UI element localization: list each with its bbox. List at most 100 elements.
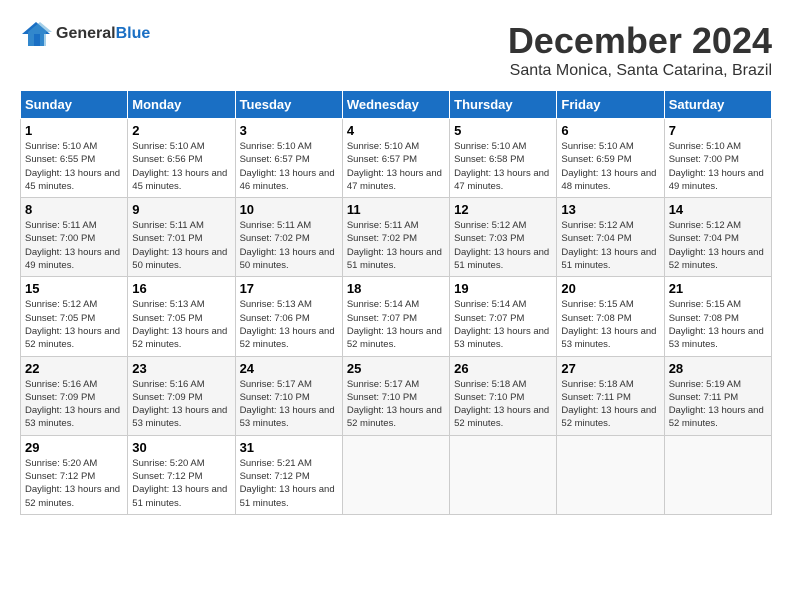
calendar-day-header: Friday bbox=[557, 91, 664, 119]
calendar-cell: 26 Sunrise: 5:18 AMSunset: 7:10 PMDaylig… bbox=[450, 356, 557, 435]
day-number: 1 bbox=[25, 123, 123, 138]
day-number: 30 bbox=[132, 440, 230, 455]
day-detail: Sunrise: 5:17 AMSunset: 7:10 PMDaylight:… bbox=[347, 378, 445, 431]
calendar-cell: 29 Sunrise: 5:20 AMSunset: 7:12 PMDaylig… bbox=[21, 435, 128, 514]
day-number: 15 bbox=[25, 281, 123, 296]
calendar-cell: 27 Sunrise: 5:18 AMSunset: 7:11 PMDaylig… bbox=[557, 356, 664, 435]
day-detail: Sunrise: 5:13 AMSunset: 7:06 PMDaylight:… bbox=[240, 298, 338, 351]
day-detail: Sunrise: 5:18 AMSunset: 7:11 PMDaylight:… bbox=[561, 378, 659, 431]
day-number: 14 bbox=[669, 202, 767, 217]
calendar-cell: 9 Sunrise: 5:11 AMSunset: 7:01 PMDayligh… bbox=[128, 198, 235, 277]
day-detail: Sunrise: 5:11 AMSunset: 7:02 PMDaylight:… bbox=[240, 219, 338, 272]
day-detail: Sunrise: 5:18 AMSunset: 7:10 PMDaylight:… bbox=[454, 378, 552, 431]
day-number: 21 bbox=[669, 281, 767, 296]
calendar-cell bbox=[450, 435, 557, 514]
calendar-cell: 15 Sunrise: 5:12 AMSunset: 7:05 PMDaylig… bbox=[21, 277, 128, 356]
day-detail: Sunrise: 5:10 AMSunset: 7:00 PMDaylight:… bbox=[669, 140, 767, 193]
calendar-cell bbox=[664, 435, 771, 514]
calendar-week-row: 29 Sunrise: 5:20 AMSunset: 7:12 PMDaylig… bbox=[21, 435, 772, 514]
day-detail: Sunrise: 5:10 AMSunset: 6:55 PMDaylight:… bbox=[25, 140, 123, 193]
calendar-day-header: Sunday bbox=[21, 91, 128, 119]
calendar-cell: 30 Sunrise: 5:20 AMSunset: 7:12 PMDaylig… bbox=[128, 435, 235, 514]
calendar-week-row: 22 Sunrise: 5:16 AMSunset: 7:09 PMDaylig… bbox=[21, 356, 772, 435]
day-detail: Sunrise: 5:10 AMSunset: 6:59 PMDaylight:… bbox=[561, 140, 659, 193]
day-number: 10 bbox=[240, 202, 338, 217]
day-detail: Sunrise: 5:13 AMSunset: 7:05 PMDaylight:… bbox=[132, 298, 230, 351]
day-detail: Sunrise: 5:10 AMSunset: 6:56 PMDaylight:… bbox=[132, 140, 230, 193]
calendar-cell: 10 Sunrise: 5:11 AMSunset: 7:02 PMDaylig… bbox=[235, 198, 342, 277]
day-detail: Sunrise: 5:15 AMSunset: 7:08 PMDaylight:… bbox=[561, 298, 659, 351]
day-detail: Sunrise: 5:10 AMSunset: 6:57 PMDaylight:… bbox=[347, 140, 445, 193]
calendar-cell: 20 Sunrise: 5:15 AMSunset: 7:08 PMDaylig… bbox=[557, 277, 664, 356]
day-number: 18 bbox=[347, 281, 445, 296]
calendar-cell: 7 Sunrise: 5:10 AMSunset: 7:00 PMDayligh… bbox=[664, 119, 771, 198]
logo-text: GeneralBlue bbox=[56, 25, 150, 43]
calendar-cell bbox=[342, 435, 449, 514]
day-number: 3 bbox=[240, 123, 338, 138]
calendar-day-header: Monday bbox=[128, 91, 235, 119]
calendar-cell: 6 Sunrise: 5:10 AMSunset: 6:59 PMDayligh… bbox=[557, 119, 664, 198]
calendar-table: SundayMondayTuesdayWednesdayThursdayFrid… bbox=[20, 90, 772, 515]
day-detail: Sunrise: 5:10 AMSunset: 6:57 PMDaylight:… bbox=[240, 140, 338, 193]
day-detail: Sunrise: 5:11 AMSunset: 7:02 PMDaylight:… bbox=[347, 219, 445, 272]
calendar-cell: 14 Sunrise: 5:12 AMSunset: 7:04 PMDaylig… bbox=[664, 198, 771, 277]
day-detail: Sunrise: 5:16 AMSunset: 7:09 PMDaylight:… bbox=[25, 378, 123, 431]
calendar-cell: 31 Sunrise: 5:21 AMSunset: 7:12 PMDaylig… bbox=[235, 435, 342, 514]
calendar-cell: 19 Sunrise: 5:14 AMSunset: 7:07 PMDaylig… bbox=[450, 277, 557, 356]
calendar-cell: 21 Sunrise: 5:15 AMSunset: 7:08 PMDaylig… bbox=[664, 277, 771, 356]
calendar-cell: 17 Sunrise: 5:13 AMSunset: 7:06 PMDaylig… bbox=[235, 277, 342, 356]
day-number: 22 bbox=[25, 361, 123, 376]
calendar-cell: 1 Sunrise: 5:10 AMSunset: 6:55 PMDayligh… bbox=[21, 119, 128, 198]
calendar-day-header: Tuesday bbox=[235, 91, 342, 119]
calendar-week-row: 15 Sunrise: 5:12 AMSunset: 7:05 PMDaylig… bbox=[21, 277, 772, 356]
day-number: 25 bbox=[347, 361, 445, 376]
day-number: 13 bbox=[561, 202, 659, 217]
day-number: 5 bbox=[454, 123, 552, 138]
day-detail: Sunrise: 5:12 AMSunset: 7:03 PMDaylight:… bbox=[454, 219, 552, 272]
calendar-cell: 23 Sunrise: 5:16 AMSunset: 7:09 PMDaylig… bbox=[128, 356, 235, 435]
day-number: 31 bbox=[240, 440, 338, 455]
day-number: 19 bbox=[454, 281, 552, 296]
day-number: 27 bbox=[561, 361, 659, 376]
calendar-week-row: 8 Sunrise: 5:11 AMSunset: 7:00 PMDayligh… bbox=[21, 198, 772, 277]
day-number: 17 bbox=[240, 281, 338, 296]
month-title: December 2024 bbox=[508, 20, 772, 62]
day-detail: Sunrise: 5:20 AMSunset: 7:12 PMDaylight:… bbox=[132, 457, 230, 510]
logo-blue: Blue bbox=[116, 25, 151, 42]
calendar-body: 1 Sunrise: 5:10 AMSunset: 6:55 PMDayligh… bbox=[21, 119, 772, 515]
calendar-cell: 25 Sunrise: 5:17 AMSunset: 7:10 PMDaylig… bbox=[342, 356, 449, 435]
day-detail: Sunrise: 5:11 AMSunset: 7:00 PMDaylight:… bbox=[25, 219, 123, 272]
day-number: 23 bbox=[132, 361, 230, 376]
day-detail: Sunrise: 5:17 AMSunset: 7:10 PMDaylight:… bbox=[240, 378, 338, 431]
day-number: 6 bbox=[561, 123, 659, 138]
location-title: Santa Monica, Santa Catarina, Brazil bbox=[508, 62, 772, 80]
day-detail: Sunrise: 5:20 AMSunset: 7:12 PMDaylight:… bbox=[25, 457, 123, 510]
logo-general: General bbox=[56, 25, 116, 42]
calendar-cell: 3 Sunrise: 5:10 AMSunset: 6:57 PMDayligh… bbox=[235, 119, 342, 198]
day-detail: Sunrise: 5:11 AMSunset: 7:01 PMDaylight:… bbox=[132, 219, 230, 272]
day-detail: Sunrise: 5:14 AMSunset: 7:07 PMDaylight:… bbox=[454, 298, 552, 351]
calendar-day-header: Thursday bbox=[450, 91, 557, 119]
day-detail: Sunrise: 5:21 AMSunset: 7:12 PMDaylight:… bbox=[240, 457, 338, 510]
day-number: 26 bbox=[454, 361, 552, 376]
day-detail: Sunrise: 5:16 AMSunset: 7:09 PMDaylight:… bbox=[132, 378, 230, 431]
calendar-header-row: SundayMondayTuesdayWednesdayThursdayFrid… bbox=[21, 91, 772, 119]
calendar-cell: 2 Sunrise: 5:10 AMSunset: 6:56 PMDayligh… bbox=[128, 119, 235, 198]
day-detail: Sunrise: 5:15 AMSunset: 7:08 PMDaylight:… bbox=[669, 298, 767, 351]
day-number: 28 bbox=[669, 361, 767, 376]
title-section: December 2024 Santa Monica, Santa Catari… bbox=[508, 20, 772, 80]
day-number: 7 bbox=[669, 123, 767, 138]
calendar-cell: 11 Sunrise: 5:11 AMSunset: 7:02 PMDaylig… bbox=[342, 198, 449, 277]
day-number: 24 bbox=[240, 361, 338, 376]
day-detail: Sunrise: 5:12 AMSunset: 7:04 PMDaylight:… bbox=[561, 219, 659, 272]
calendar-cell: 8 Sunrise: 5:11 AMSunset: 7:00 PMDayligh… bbox=[21, 198, 128, 277]
calendar-cell: 12 Sunrise: 5:12 AMSunset: 7:03 PMDaylig… bbox=[450, 198, 557, 277]
logo-icon bbox=[20, 20, 52, 48]
calendar-cell: 4 Sunrise: 5:10 AMSunset: 6:57 PMDayligh… bbox=[342, 119, 449, 198]
day-number: 8 bbox=[25, 202, 123, 217]
calendar-day-header: Saturday bbox=[664, 91, 771, 119]
day-number: 16 bbox=[132, 281, 230, 296]
calendar-cell: 22 Sunrise: 5:16 AMSunset: 7:09 PMDaylig… bbox=[21, 356, 128, 435]
day-number: 20 bbox=[561, 281, 659, 296]
day-number: 2 bbox=[132, 123, 230, 138]
